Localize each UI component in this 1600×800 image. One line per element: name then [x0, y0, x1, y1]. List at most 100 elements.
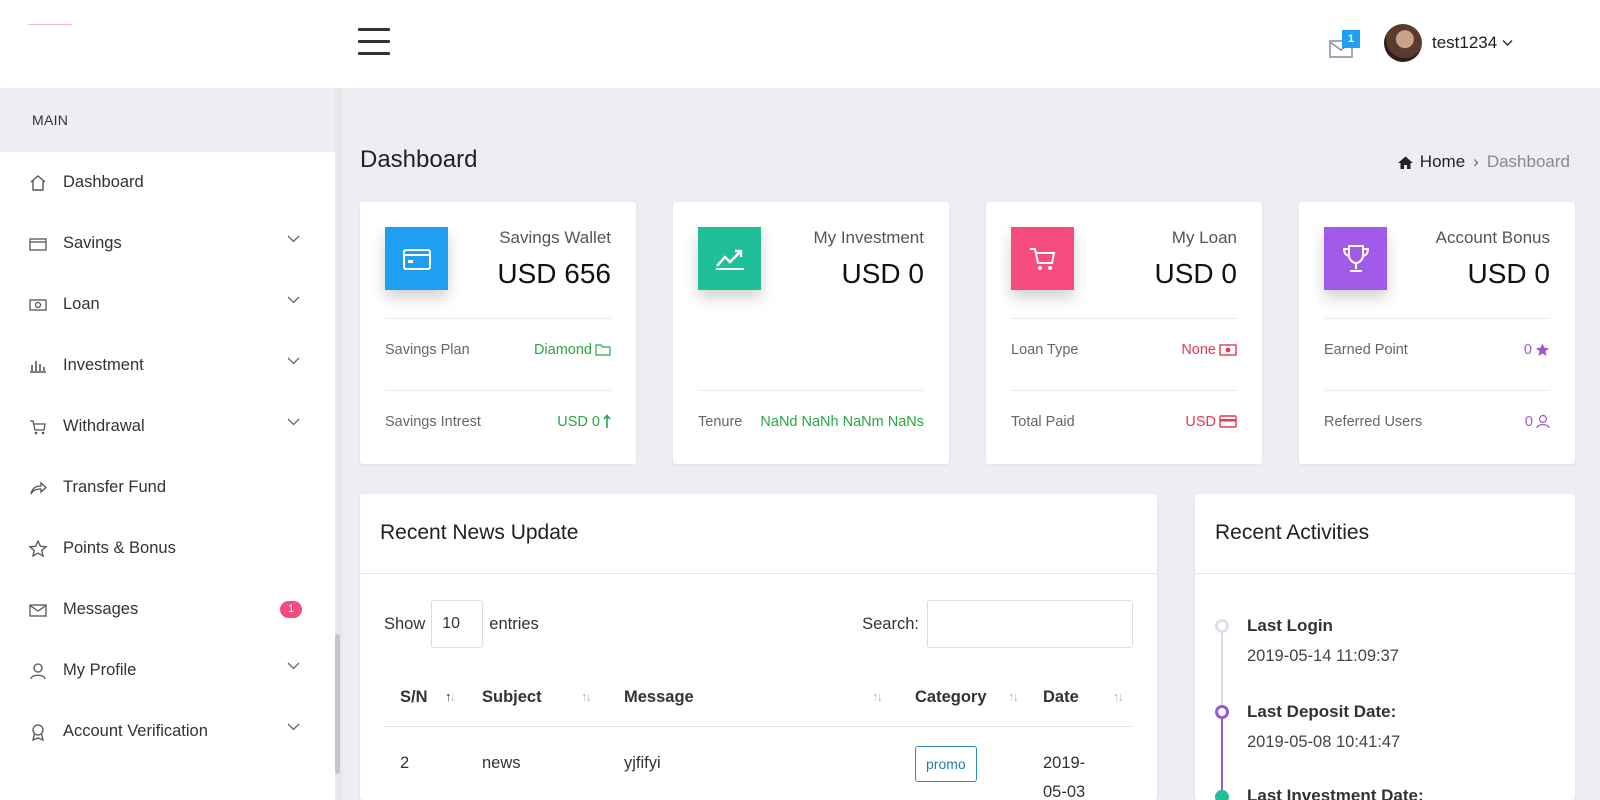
- column-header-sn[interactable]: S/N ↑↓: [384, 670, 466, 727]
- card-row: Total Paid USD: [1011, 390, 1237, 452]
- card-row: Earned Point 0: [1324, 318, 1550, 380]
- menu-toggle-button[interactable]: [358, 28, 392, 58]
- timeline-dot: [1215, 619, 1229, 633]
- my-investment-card: My Investment USD 0 Tenure NaNd NaNh NaN…: [673, 202, 949, 464]
- sidebar-item-label: Loan: [63, 295, 100, 313]
- chevron-down-icon: [287, 357, 300, 365]
- tenure-value: NaNd NaNh NaNm NaNs: [760, 413, 924, 430]
- recent-news-panel: Recent News Update Show entries Search: …: [360, 494, 1157, 800]
- home-icon: [28, 173, 48, 193]
- card-row: Loan Type None: [1011, 318, 1237, 380]
- sidebar-section-title: MAIN: [0, 88, 340, 152]
- card-row: Savings Intrest USD 0: [385, 390, 611, 452]
- sort-icon: ↑↓: [1113, 689, 1124, 704]
- panel-title: Recent News Update: [360, 494, 1157, 574]
- wallet-icon: [385, 227, 448, 290]
- breadcrumb: Home › Dashboard: [1397, 152, 1570, 172]
- chevron-down-icon: [1502, 39, 1513, 47]
- row-label: Tenure: [698, 413, 743, 430]
- total-paid-value: USD: [1185, 413, 1216, 430]
- hamburger-icon: [358, 28, 390, 31]
- home-icon: [1397, 156, 1413, 169]
- show-label: Show: [384, 614, 426, 633]
- table-row[interactable]: 2 news yjfifyi promo 2019- 05-03: [384, 726, 1132, 800]
- page-title: Dashboard: [360, 146, 478, 173]
- column-header-date[interactable]: Date ↑↓: [1027, 670, 1132, 727]
- sort-icon: ↑↓: [872, 689, 883, 704]
- sidebar-item-savings[interactable]: Savings: [0, 213, 340, 274]
- column-header-message[interactable]: Message ↑↓: [608, 670, 899, 727]
- sidebar-item-messages[interactable]: Messages 1: [0, 579, 340, 640]
- timeline-dot: [1215, 790, 1229, 800]
- activity-title: Last Login: [1247, 616, 1333, 635]
- sidebar-item-label: Savings: [63, 234, 122, 252]
- sidebar-item-loan[interactable]: Loan: [0, 274, 340, 335]
- sidebar-item-investment[interactable]: Investment: [0, 335, 340, 396]
- sidebar-scrollbar[interactable]: [335, 88, 340, 800]
- column-header-subject[interactable]: Subject ↑↓: [466, 670, 608, 727]
- activity-time: 2019-05-14 11:09:37: [1247, 647, 1399, 665]
- user-icon: [1536, 414, 1550, 429]
- table-header-row: S/N ↑↓ Subject ↑↓ Message ↑↓ Category ↑↓ Dat…: [384, 670, 1132, 727]
- card-value: USD 0: [841, 258, 924, 289]
- cell-date: 2019- 05-03: [1043, 753, 1086, 800]
- sidebar-item-label: Withdrawal: [63, 417, 145, 435]
- sidebar-item-withdrawal[interactable]: Withdrawal: [0, 396, 340, 457]
- user-menu[interactable]: test1234: [1384, 24, 1513, 62]
- sidebar-item-label: Messages: [63, 600, 139, 618]
- row-value: None: [1181, 342, 1237, 358]
- chevron-down-icon: [287, 296, 300, 304]
- row-value: Diamond: [534, 342, 611, 358]
- avatar: [1384, 24, 1422, 62]
- sidebar-item-my-profile[interactable]: My Profile: [0, 640, 340, 701]
- sidebar-item-account-verification[interactable]: Account Verification: [0, 701, 340, 762]
- card-row: Tenure NaNd NaNh NaNm NaNs: [698, 390, 924, 452]
- envelope-icon: [28, 600, 48, 620]
- card-row: Referred Users 0: [1324, 390, 1550, 452]
- savings-plan-value: Diamond: [533, 341, 592, 358]
- entries-count-select[interactable]: [431, 600, 484, 648]
- activity-title: Last Investment Date:: [1247, 786, 1424, 800]
- earned-point-value: 0: [1523, 341, 1532, 358]
- scrollbar-thumb[interactable]: [335, 634, 340, 774]
- logo-area: [0, 0, 340, 88]
- sidebar-item-label: Points & Bonus: [63, 539, 176, 557]
- account-bonus-card: Account Bonus USD 0 Earned Point 0 Refer…: [1299, 202, 1575, 464]
- row-label: Savings Intrest: [385, 413, 481, 430]
- cell-subject: news: [482, 753, 521, 772]
- sidebar-item-label: Transfer Fund: [63, 478, 167, 496]
- cart-icon: [1011, 227, 1074, 290]
- sort-asc-icon: ↑↓: [445, 689, 456, 704]
- row-value: 0: [1524, 342, 1550, 358]
- row-label: Savings Plan: [385, 341, 470, 358]
- breadcrumb-home-link[interactable]: Home: [1420, 152, 1465, 172]
- credit-card-icon: [1219, 415, 1237, 428]
- trophy-icon: [1324, 227, 1387, 290]
- chevron-down-icon: [287, 418, 300, 426]
- activity-item: Last Deposit Date: 2019-05-08 10:41:47: [1247, 702, 1400, 752]
- search-input[interactable]: [927, 600, 1133, 648]
- messages-count-badge: 1: [280, 601, 302, 618]
- wallet-icon: [28, 234, 48, 254]
- sidebar-item-dashboard[interactable]: Dashboard: [0, 152, 340, 213]
- logo-mark: [28, 24, 72, 25]
- cell-message: yjfifyi: [624, 753, 661, 772]
- card-value: USD 0: [1467, 258, 1550, 289]
- breadcrumb-separator: ›: [1473, 152, 1479, 171]
- savings-wallet-card: Savings Wallet USD 656 Savings Plan Diam…: [360, 202, 636, 464]
- card-value: USD 0: [1154, 258, 1237, 289]
- news-table: S/N ↑↓ Subject ↑↓ Message ↑↓ Category ↑↓ Dat…: [384, 670, 1132, 800]
- card-label: Savings Wallet: [499, 228, 611, 247]
- breadcrumb-current: Dashboard: [1486, 152, 1570, 171]
- star-icon: [1536, 343, 1549, 356]
- row-value: USD 0: [557, 414, 611, 430]
- sidebar-item-points-bonus[interactable]: Points & Bonus: [0, 518, 340, 579]
- cell-category: promo: [899, 726, 1027, 800]
- badge-icon: [28, 722, 48, 742]
- sort-icon: ↑↓: [1008, 689, 1019, 704]
- activity-time: 2019-05-08 10:41:47: [1247, 733, 1401, 751]
- user-icon: [28, 661, 48, 681]
- column-header-category[interactable]: Category ↑↓: [899, 670, 1027, 727]
- sidebar-item-transfer-fund[interactable]: Transfer Fund: [0, 457, 340, 518]
- money-icon: [28, 295, 48, 315]
